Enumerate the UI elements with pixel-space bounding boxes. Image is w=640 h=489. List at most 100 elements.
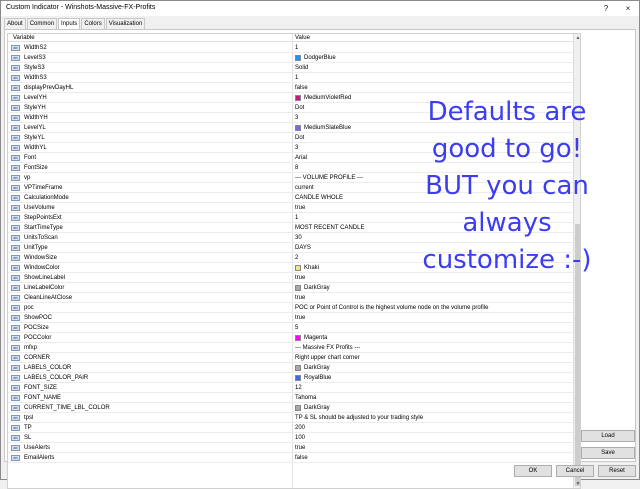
- variable-value[interactable]: POC or Point of Control is the highest v…: [295, 305, 488, 311]
- tab-about[interactable]: About: [4, 18, 26, 29]
- color-swatch[interactable]: [295, 125, 301, 131]
- variable-value[interactable]: 3: [295, 115, 298, 121]
- variable-value[interactable]: true: [295, 275, 305, 281]
- variable-value[interactable]: true: [295, 295, 305, 301]
- table-row[interactable]: ab UseAlerts true: [8, 443, 573, 453]
- variable-value[interactable]: Dot: [295, 135, 304, 141]
- cancel-button[interactable]: Cancel: [556, 465, 594, 477]
- table-row[interactable]: ab tpsl TP & SL should be adjusted to your…: [8, 413, 573, 423]
- variable-value[interactable]: true: [295, 205, 305, 211]
- table-row[interactable]: ab LevelS3 DodgerBlue: [8, 53, 573, 63]
- variable-value[interactable]: 30: [295, 235, 302, 241]
- table-row[interactable]: ab WidthS3 1: [8, 73, 573, 83]
- variable-value[interactable]: 1: [295, 215, 298, 221]
- table-row[interactable]: ab POCSize 5: [8, 323, 573, 333]
- variable-value[interactable]: Tahoma: [295, 395, 316, 401]
- parameter-type-icon: ab: [11, 155, 20, 161]
- variable-value[interactable]: MediumSlateBlue: [304, 125, 351, 131]
- close-button[interactable]: ×: [618, 2, 638, 15]
- ok-button[interactable]: OK: [514, 465, 552, 477]
- table-row[interactable]: ab POCColor Magenta: [8, 333, 573, 343]
- parameter-type-icon: ab: [11, 405, 20, 411]
- variable-value[interactable]: DarkGray: [304, 285, 330, 291]
- table-row[interactable]: ab StyleS3 Solid: [8, 63, 573, 73]
- variable-value[interactable]: Solid: [295, 65, 308, 71]
- table-row[interactable]: ab poc POC or Point of Control is the high…: [8, 303, 573, 313]
- variable-value[interactable]: MOST RECENT CANDLE: [295, 225, 364, 231]
- color-swatch[interactable]: [295, 405, 301, 411]
- table-row[interactable]: ab LABELS_COLOR_PAIR RoyalBlue: [8, 373, 573, 383]
- variable-value[interactable]: Arial: [295, 155, 307, 161]
- variable-value[interactable]: --- Massive FX Profits ---: [295, 345, 360, 351]
- tab-common[interactable]: Common: [26, 18, 58, 29]
- variable-name: UnitsToScan: [24, 235, 58, 241]
- color-swatch[interactable]: [295, 335, 301, 341]
- table-row[interactable]: ab WidthS2 1: [8, 43, 573, 53]
- parameter-type-icon: ab: [11, 335, 20, 341]
- table-row[interactable]: ab LineLabelColor DarkGray: [8, 283, 573, 293]
- variable-value[interactable]: MediumVioletRed: [304, 95, 351, 101]
- color-swatch[interactable]: [295, 55, 301, 61]
- scroll-up-icon[interactable]: ▲: [574, 34, 580, 42]
- table-row[interactable]: ab CORNER Right upper chart corner: [8, 353, 573, 363]
- variable-value[interactable]: true: [295, 315, 305, 321]
- variable-value[interactable]: 5: [295, 325, 298, 331]
- table-row[interactable]: ab displayPrevDayHL false: [8, 83, 573, 93]
- table-row[interactable]: ab FONT_SIZE 12: [8, 383, 573, 393]
- parameter-type-icon: ab: [11, 295, 20, 301]
- variable-value[interactable]: Dot: [295, 105, 304, 111]
- variable-name: UnitType: [24, 245, 48, 251]
- header-value[interactable]: Value: [295, 35, 310, 41]
- variable-value[interactable]: current: [295, 185, 314, 191]
- table-row[interactable]: ab EmailAlerts false: [8, 453, 573, 463]
- table-row[interactable]: ab FONT_NAME Tahoma: [8, 393, 573, 403]
- parameter-type-icon: ab: [11, 325, 20, 331]
- color-swatch[interactable]: [295, 365, 301, 371]
- reset-button[interactable]: Reset: [598, 465, 636, 477]
- parameter-type-icon: ab: [11, 435, 20, 441]
- tab-visualization[interactable]: Visualization: [105, 18, 146, 29]
- variable-value[interactable]: 3: [295, 145, 298, 151]
- color-swatch[interactable]: [295, 285, 301, 291]
- variable-value[interactable]: DodgerBlue: [304, 55, 336, 61]
- table-row[interactable]: ab CleanLineAtClose true: [8, 293, 573, 303]
- variable-value[interactable]: Khaki: [304, 265, 319, 271]
- variable-value[interactable]: DarkGray: [304, 405, 330, 411]
- variable-value[interactable]: 100: [295, 435, 305, 441]
- variable-value[interactable]: 12: [295, 385, 302, 391]
- variable-value[interactable]: 200: [295, 425, 305, 431]
- table-row[interactable]: ab SL 100: [8, 433, 573, 443]
- help-button[interactable]: ?: [596, 2, 616, 15]
- table-row[interactable]: ab CURRENT_TIME_LBL_COLOR DarkGray: [8, 403, 573, 413]
- variable-value[interactable]: false: [295, 455, 308, 461]
- variable-value[interactable]: Magenta: [304, 335, 327, 341]
- variable-value[interactable]: CANDLE WHOLE: [295, 195, 343, 201]
- table-row[interactable]: ab LABELS_COLOR DarkGray: [8, 363, 573, 373]
- tab-colors[interactable]: Colors: [81, 18, 105, 29]
- tab-inputs[interactable]: Inputs: [58, 18, 81, 29]
- variable-value[interactable]: 1: [295, 75, 298, 81]
- parameter-type-icon: ab: [11, 135, 20, 141]
- variable-value[interactable]: false: [295, 85, 308, 91]
- variable-value[interactable]: TP & SL should be adjusted to your tradi…: [295, 415, 423, 421]
- variable-value[interactable]: --- VOLUME PROFILE ---: [295, 175, 363, 181]
- header-variable[interactable]: Variable: [13, 35, 35, 41]
- variable-value[interactable]: DarkGray: [304, 365, 330, 371]
- parameter-type-icon: ab: [11, 205, 20, 211]
- table-row[interactable]: ab mfxp --- Massive FX Profits ---: [8, 343, 573, 353]
- variable-value[interactable]: 8: [295, 165, 298, 171]
- color-swatch[interactable]: [295, 95, 301, 101]
- variable-value[interactable]: 1: [295, 45, 298, 51]
- color-swatch[interactable]: [295, 265, 301, 271]
- save-button[interactable]: Save: [581, 447, 635, 459]
- variable-value[interactable]: DAYS: [295, 245, 311, 251]
- variable-value[interactable]: true: [295, 445, 305, 451]
- variable-value[interactable]: 2: [295, 255, 298, 261]
- table-row[interactable]: ab ShowPOC true: [8, 313, 573, 323]
- variable-value[interactable]: RoyalBlue: [304, 375, 331, 381]
- color-swatch[interactable]: [295, 375, 301, 381]
- load-button[interactable]: Load: [581, 430, 635, 442]
- variable-value[interactable]: Right upper chart corner: [295, 355, 360, 361]
- table-row[interactable]: ab TP 200: [8, 423, 573, 433]
- scroll-down-icon[interactable]: ▼: [574, 480, 580, 488]
